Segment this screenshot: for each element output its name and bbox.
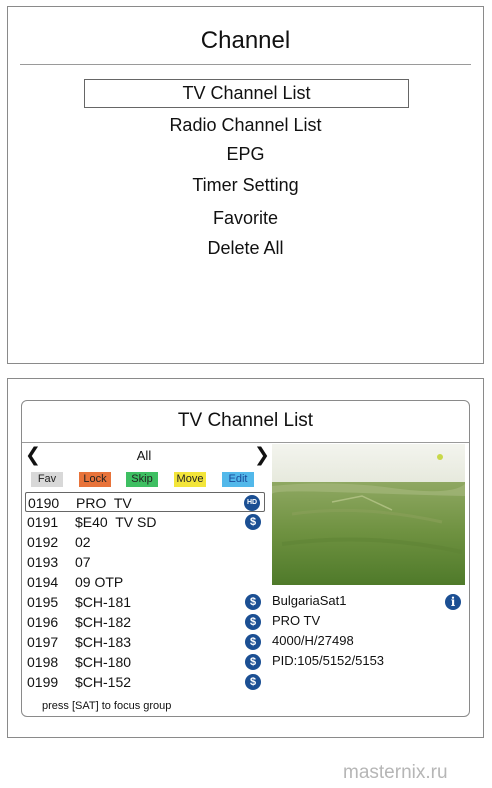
watermark: masternix.ru <box>343 762 448 783</box>
menu-item-epg[interactable]: EPG <box>8 144 483 165</box>
channel-name: PRO TV <box>76 495 132 511</box>
channel-number: 0195 <box>27 594 59 610</box>
channel-row[interactable]: 0191 $E40 TV SD $ <box>25 512 265 532</box>
lock-button[interactable]: Lock <box>79 472 111 487</box>
channel-number: 0191 <box>27 514 59 530</box>
channel-row[interactable]: 0192 02 <box>25 532 265 552</box>
channel-row[interactable]: 0197 $CH-183 $ <box>25 632 265 652</box>
fav-button[interactable]: Fav <box>31 472 63 487</box>
info-icon[interactable]: i <box>445 594 461 610</box>
hint-text: press [SAT] to focus group <box>42 700 172 712</box>
channel-number: 0194 <box>27 574 59 590</box>
menu-item-timer-setting[interactable]: Timer Setting <box>8 175 483 196</box>
preview-image <box>272 444 465 585</box>
channel-name: $E40 TV SD <box>75 514 157 530</box>
group-selector[interactable]: All <box>42 448 246 463</box>
edit-button[interactable]: Edit <box>222 472 254 487</box>
channel-name: 09 OTP <box>75 574 124 590</box>
channel-number: 0198 <box>27 654 59 670</box>
info-channel-name: PRO TV <box>272 613 321 628</box>
channel-name: 02 <box>75 534 91 550</box>
tv-channel-list-screen: TV Channel List ❮ All ❯ Fav Lock Skip Mo… <box>7 378 484 738</box>
satellite-name: BulgariaSat1 <box>272 593 347 608</box>
channel-row[interactable]: 0195 $CH-181 $ <box>25 592 265 612</box>
channel-name: $CH-180 <box>75 654 132 670</box>
channel-name: $CH-182 <box>75 614 132 630</box>
channel-row[interactable]: 0194 09 OTP <box>25 572 265 592</box>
channel-row[interactable]: 0196 $CH-182 $ <box>25 612 265 632</box>
channel-number: 0197 <box>27 634 59 650</box>
channel-name: $CH-181 <box>75 594 132 610</box>
pid-info: PID:105/5152/5153 <box>272 653 385 668</box>
menu-item-radio-channel-list[interactable]: Radio Channel List <box>8 115 483 136</box>
channel-logo-icon <box>437 454 443 460</box>
channel-number: 0199 <box>27 674 59 690</box>
skip-button[interactable]: Skip <box>126 472 158 487</box>
menu-title: Channel <box>200 27 291 54</box>
menu-item-favorite[interactable]: Favorite <box>8 208 483 229</box>
transponder: 4000/H/27498 <box>272 633 354 648</box>
list-title: TV Channel List <box>177 410 314 431</box>
channel-row[interactable]: 0190 PRO TV HD <box>25 492 265 512</box>
list-divider <box>22 442 469 443</box>
channel-menu-panel: Channel TV Channel List Radio Channel Li… <box>7 6 484 364</box>
channel-number: 0193 <box>27 554 59 570</box>
channel-row[interactable]: 0199 $CH-152 $ <box>25 672 265 692</box>
hd-icon: HD <box>244 495 260 511</box>
channel-name: 07 <box>75 554 91 570</box>
tv-channel-list-window: TV Channel List ❮ All ❯ Fav Lock Skip Mo… <box>21 400 470 717</box>
menu-item-delete-all[interactable]: Delete All <box>8 238 483 259</box>
channel-number: 0196 <box>27 614 59 630</box>
channel-row[interactable]: 0193 07 <box>25 552 265 572</box>
channel-info: BulgariaSat1 PRO TV 4000/H/27498 PID:105… <box>272 591 465 671</box>
menu-item-tv-channel-list[interactable]: TV Channel List <box>84 79 409 108</box>
channel-name: $CH-183 <box>75 634 132 650</box>
video-preview <box>272 444 465 585</box>
scrambled-icon: $ <box>245 654 261 670</box>
channel-row[interactable]: 0198 $CH-180 $ <box>25 652 265 672</box>
scrambled-icon: $ <box>245 634 261 650</box>
chevron-right-icon[interactable]: ❯ <box>254 445 270 467</box>
channel-name: $CH-152 <box>75 674 132 690</box>
channel-number: 0192 <box>27 534 59 550</box>
channel-list: 0190 PRO TV HD 0191 $E40 TV SD $ 0192 02… <box>25 492 265 692</box>
scrambled-icon: $ <box>245 674 261 690</box>
menu-divider <box>20 64 471 65</box>
move-button[interactable]: Move <box>174 472 206 487</box>
scrambled-icon: $ <box>245 614 261 630</box>
scrambled-icon: $ <box>245 594 261 610</box>
channel-number: 0190 <box>28 495 60 511</box>
chevron-left-icon[interactable]: ❮ <box>25 445 41 467</box>
scrambled-icon: $ <box>245 514 261 530</box>
